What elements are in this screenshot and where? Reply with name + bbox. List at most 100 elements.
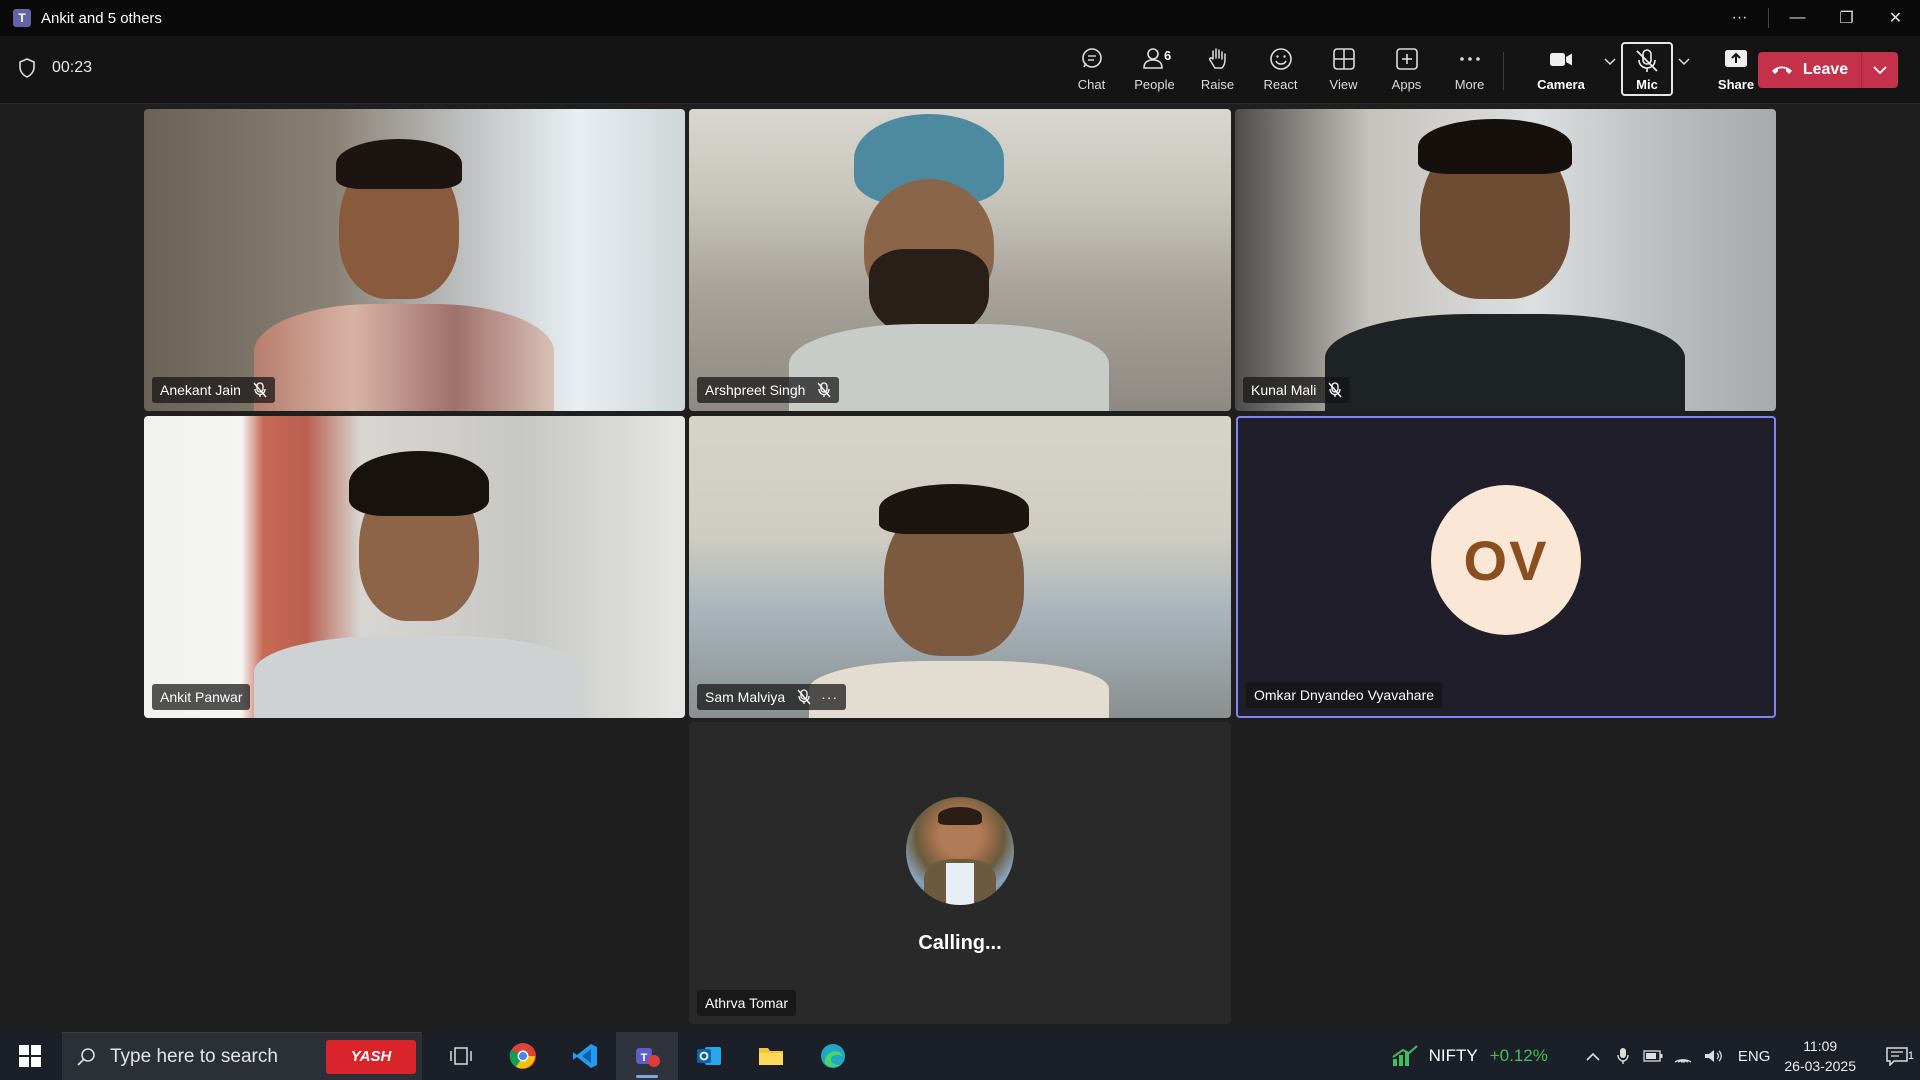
camera-label: Camera bbox=[1537, 77, 1585, 92]
window-title: Ankit and 5 others bbox=[41, 9, 162, 27]
avatar-hair bbox=[938, 807, 982, 825]
taskbar-search-box[interactable]: Type here to search YASH bbox=[62, 1032, 422, 1080]
participant-tile[interactable]: Anekant Jain bbox=[144, 109, 685, 411]
meeting-tools: Chat 6 People Raise React View Apps More bbox=[1060, 42, 1769, 98]
pinned-apps: T bbox=[430, 1032, 864, 1080]
react-button[interactable]: React bbox=[1249, 42, 1312, 98]
participant-tile-active-speaker[interactable]: OV Omkar Dnyandeo Vyavahare bbox=[1236, 416, 1776, 718]
smiley-icon bbox=[1269, 48, 1292, 70]
minimize-button[interactable]: — bbox=[1773, 0, 1822, 36]
participant-name: Ankit Panwar bbox=[160, 689, 243, 705]
clock[interactable]: 11:09 26-03-2025 bbox=[1784, 1036, 1856, 1076]
mic-options-chevron-icon[interactable] bbox=[1673, 42, 1695, 82]
more-options-button[interactable]: More bbox=[1438, 42, 1501, 98]
people-label: People bbox=[1134, 77, 1175, 92]
window-more-icon[interactable]: ··· bbox=[1715, 0, 1764, 36]
clock-time: 11:09 bbox=[1803, 1038, 1838, 1054]
teams-app-button[interactable]: T bbox=[616, 1032, 678, 1080]
participant-tile-calling[interactable]: Calling... Athrva Tomar bbox=[689, 722, 1231, 1024]
participant-name-tag: Kunal Mali bbox=[1243, 377, 1351, 403]
wifi-icon[interactable] bbox=[1668, 1048, 1698, 1064]
participant-tile[interactable]: Kunal Mali bbox=[1235, 109, 1776, 411]
outlook-app-button[interactable] bbox=[678, 1032, 740, 1080]
participant-video-hair bbox=[349, 451, 489, 516]
search-placeholder: Type here to search bbox=[110, 1045, 278, 1067]
camera-button[interactable]: Camera bbox=[1523, 42, 1599, 98]
share-label: Share bbox=[1717, 77, 1755, 92]
leave-button-group: Leave bbox=[1758, 52, 1898, 88]
window-controls: ··· — ❐ ✕ bbox=[1715, 0, 1920, 36]
participant-photo-avatar bbox=[906, 797, 1014, 905]
participant-video-body bbox=[809, 661, 1109, 718]
participant-name: Omkar Dnyandeo Vyavahare bbox=[1254, 687, 1435, 703]
chat-icon bbox=[1081, 48, 1102, 68]
edge-icon bbox=[821, 1044, 845, 1068]
nifty-widget[interactable]: NIFTY +0.12% bbox=[1391, 1045, 1548, 1067]
volume-icon[interactable] bbox=[1698, 1048, 1728, 1064]
folder-icon bbox=[759, 1048, 783, 1065]
participant-name: Anekant Jain bbox=[160, 382, 241, 398]
mic-off-icon bbox=[797, 689, 811, 705]
restore-button[interactable]: ❐ bbox=[1822, 0, 1871, 36]
participant-video-body bbox=[254, 636, 584, 718]
timer-text: 00:23 bbox=[52, 59, 93, 76]
share-screen-icon bbox=[1725, 50, 1747, 67]
mic-muted-icon bbox=[1636, 49, 1658, 72]
mic-button[interactable]: Mic bbox=[1621, 42, 1673, 96]
video-camera-icon bbox=[1550, 53, 1572, 66]
chevron-up-icon[interactable] bbox=[1578, 1052, 1608, 1061]
chrome-app-button[interactable] bbox=[492, 1032, 554, 1080]
participant-tile[interactable]: Ankit Panwar bbox=[144, 416, 685, 718]
yash-logo-widget[interactable]: YASH bbox=[326, 1039, 416, 1074]
windows-logo-icon bbox=[19, 1045, 41, 1067]
leave-button[interactable]: Leave bbox=[1758, 52, 1862, 88]
battery-icon[interactable] bbox=[1638, 1050, 1668, 1062]
language-indicator[interactable]: ENG bbox=[1738, 1048, 1771, 1065]
camera-options-chevron-icon[interactable] bbox=[1599, 42, 1621, 82]
participant-name-tag: Anekant Jain bbox=[152, 377, 275, 403]
participant-name: Arshpreet Singh bbox=[705, 382, 806, 398]
people-button[interactable]: 6 People bbox=[1123, 42, 1186, 98]
windows-taskbar: Type here to search YASH T NIFTY +0.12% bbox=[0, 1032, 1920, 1080]
microphone-icon[interactable] bbox=[1608, 1047, 1638, 1065]
raise-label: Raise bbox=[1200, 77, 1235, 92]
mic-off-icon bbox=[253, 382, 267, 398]
raise-hand-button[interactable]: Raise bbox=[1186, 42, 1249, 98]
mic-off-icon bbox=[1328, 382, 1342, 398]
stock-chart-icon bbox=[1392, 1045, 1418, 1066]
leave-options-chevron-icon[interactable] bbox=[1862, 52, 1898, 88]
participant-name-tag: Athrva Tomar bbox=[697, 990, 796, 1016]
participant-name: Sam Malviya bbox=[705, 689, 786, 705]
participant-video-hair bbox=[1418, 119, 1572, 174]
search-icon bbox=[77, 1047, 95, 1066]
close-button[interactable]: ✕ bbox=[1871, 0, 1920, 36]
leave-label: Leave bbox=[1802, 61, 1849, 78]
calling-status: Calling... bbox=[918, 932, 1002, 954]
notification-center-button[interactable]: 1 bbox=[1874, 1046, 1920, 1066]
notification-icon bbox=[1886, 1047, 1908, 1066]
task-view-button[interactable] bbox=[430, 1032, 492, 1080]
participant-name: Athrva Tomar bbox=[705, 995, 788, 1011]
participant-name: Kunal Mali bbox=[1251, 382, 1317, 398]
participant-video-body bbox=[254, 304, 554, 411]
apps-button[interactable]: Apps bbox=[1375, 42, 1438, 98]
start-button[interactable] bbox=[0, 1032, 60, 1080]
avatar-tshirt bbox=[946, 863, 974, 905]
file-explorer-app-button[interactable] bbox=[740, 1032, 802, 1080]
participant-more-options-icon[interactable]: ··· bbox=[821, 689, 838, 705]
participant-name-tag: Sam Malviya ··· bbox=[697, 684, 847, 710]
title-bar: T Ankit and 5 others ··· — ❐ ✕ bbox=[0, 0, 1920, 36]
people-count-badge: 6 bbox=[1164, 48, 1172, 63]
vscode-app-button[interactable] bbox=[554, 1032, 616, 1080]
more-dots-icon bbox=[1459, 57, 1480, 61]
vscode-icon bbox=[573, 1044, 597, 1068]
teams-icon: T bbox=[636, 1048, 660, 1067]
edge-app-button[interactable] bbox=[802, 1032, 864, 1080]
chat-button[interactable]: Chat bbox=[1060, 42, 1123, 98]
more-label: More bbox=[1454, 77, 1485, 92]
participant-tile[interactable]: Arshpreet Singh bbox=[689, 109, 1231, 411]
participant-tile[interactable]: Sam Malviya ··· bbox=[689, 416, 1231, 718]
view-button[interactable]: View bbox=[1312, 42, 1375, 98]
participant-name-tag: Ankit Panwar bbox=[152, 684, 251, 710]
teams-app-icon: T bbox=[13, 9, 31, 27]
